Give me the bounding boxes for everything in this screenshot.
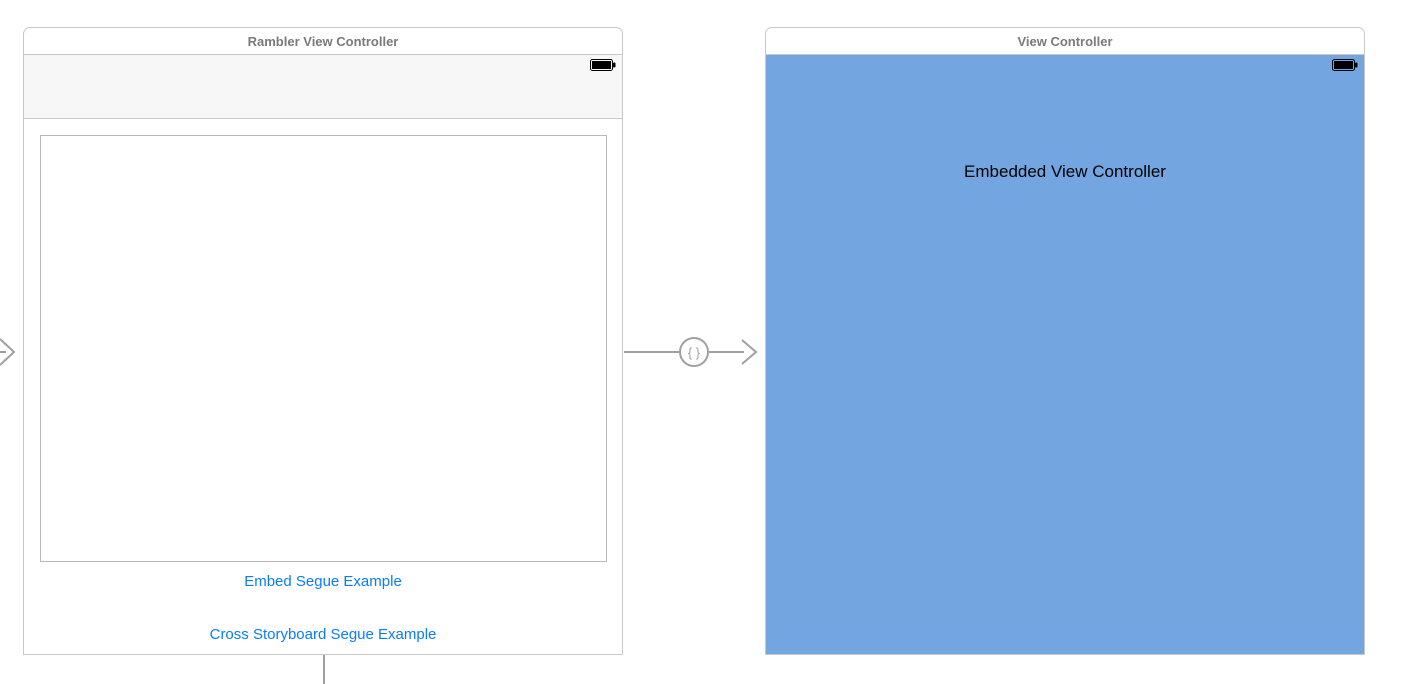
segue-type-icon: { } [688, 345, 701, 360]
embed-segue-arrow[interactable]: { } [624, 337, 764, 367]
status-bar [24, 55, 622, 75]
storyboard-entry-arrow-icon [0, 335, 22, 369]
scene-rambler-title: Rambler View Controller [248, 34, 399, 49]
scene-rambler-body[interactable]: Embed Segue Example Cross Storyboard Seg… [23, 55, 623, 655]
scene-rambler-header[interactable]: Rambler View Controller [23, 27, 623, 55]
embedded-view-controller-label: Embedded View Controller [766, 162, 1364, 182]
embedded-view [766, 55, 1364, 654]
container-view[interactable] [40, 135, 607, 562]
cross-storyboard-segue-arrow[interactable] [322, 655, 326, 684]
embed-segue-example-button[interactable]: Embed Segue Example [24, 573, 622, 590]
status-bar [766, 55, 1364, 75]
battery-icon [1332, 59, 1358, 71]
cross-storyboard-segue-example-label: Cross Storyboard Segue Example [210, 626, 437, 643]
scene-viewcontroller-title: View Controller [1017, 34, 1112, 49]
embed-segue-example-label: Embed Segue Example [244, 573, 402, 590]
battery-icon [590, 59, 616, 71]
scene-viewcontroller-body[interactable]: Embedded View Controller [765, 55, 1365, 655]
cross-storyboard-segue-example-button[interactable]: Cross Storyboard Segue Example [24, 626, 622, 643]
scene-viewcontroller-header[interactable]: View Controller [765, 27, 1365, 55]
